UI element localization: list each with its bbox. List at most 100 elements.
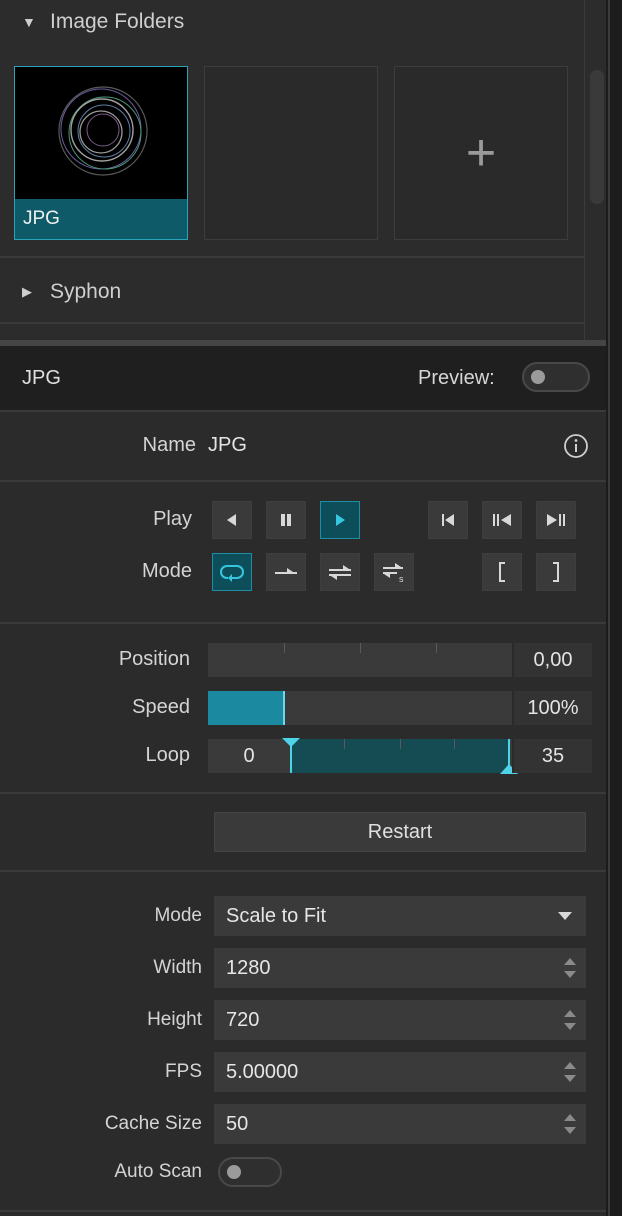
divider bbox=[608, 0, 610, 1216]
position-label: Position bbox=[118, 648, 190, 670]
slider-tick bbox=[436, 643, 437, 653]
position-slider[interactable] bbox=[208, 643, 512, 677]
scale-mode-dropdown[interactable]: Scale to Fit bbox=[214, 896, 586, 936]
divider bbox=[0, 792, 606, 794]
image-folders-label: Image Folders bbox=[50, 10, 185, 33]
bracket-left-icon bbox=[499, 562, 505, 582]
toggle-knob bbox=[531, 370, 545, 384]
syphon-header[interactable]: ▶ Syphon bbox=[0, 270, 584, 314]
toggle-knob bbox=[227, 1165, 241, 1179]
loop-start-value[interactable]: 0 bbox=[208, 739, 290, 773]
width-label: Width bbox=[153, 957, 202, 978]
fps-stepper[interactable]: 5.00000 bbox=[214, 1052, 586, 1092]
loop-label: Loop bbox=[145, 744, 191, 766]
width-value: 1280 bbox=[226, 956, 271, 979]
thumbnail-caption: JPG bbox=[15, 199, 187, 239]
info-icon[interactable] bbox=[563, 433, 589, 459]
browser-scrollbar[interactable] bbox=[590, 70, 604, 204]
scale-mode-label: Mode bbox=[154, 905, 202, 926]
speed-label: Speed bbox=[132, 696, 190, 718]
name-value: JPG bbox=[208, 434, 247, 456]
slider-tick bbox=[454, 739, 455, 749]
speed-value[interactable]: 100% bbox=[512, 691, 592, 725]
svg-text:s: s bbox=[399, 574, 404, 583]
restart-button[interactable]: Restart bbox=[214, 812, 586, 852]
source-header: JPG Preview: bbox=[0, 346, 606, 410]
name-label: Name bbox=[142, 434, 196, 456]
play-forward-icon bbox=[336, 514, 345, 526]
play-forward-button[interactable] bbox=[320, 501, 360, 539]
play-backward-button[interactable] bbox=[212, 501, 252, 539]
rings-preview-image bbox=[58, 86, 148, 176]
set-in-point-button[interactable] bbox=[482, 553, 522, 591]
step-forward-button[interactable] bbox=[536, 501, 576, 539]
step-backward-icon bbox=[493, 514, 511, 526]
height-stepper[interactable]: 720 bbox=[214, 1000, 586, 1040]
play-label: Play bbox=[153, 508, 192, 530]
skip-start-icon bbox=[442, 514, 454, 526]
divider bbox=[0, 410, 606, 412]
plus-icon: + bbox=[465, 124, 497, 182]
width-stepper[interactable]: 1280 bbox=[214, 948, 586, 988]
auto-scan-label: Auto Scan bbox=[114, 1161, 202, 1182]
slider-tick bbox=[360, 643, 361, 653]
stepper-arrows-icon[interactable] bbox=[562, 1058, 578, 1086]
add-folder-button[interactable]: + bbox=[394, 66, 568, 240]
divider bbox=[0, 322, 584, 324]
source-panel: ▼ Image Folders JPG + ▶ Syphon JPG Previ… bbox=[0, 0, 606, 1216]
fps-label: FPS bbox=[165, 1061, 202, 1082]
cache-size-stepper[interactable]: 50 bbox=[214, 1104, 586, 1144]
speed-fill bbox=[208, 691, 284, 725]
divider bbox=[0, 870, 606, 872]
window-edge bbox=[606, 0, 622, 1216]
chevron-down-icon bbox=[558, 912, 572, 920]
auto-scan-toggle[interactable] bbox=[218, 1157, 282, 1187]
slider-tick bbox=[284, 643, 285, 653]
mode-loop-button[interactable] bbox=[212, 553, 252, 591]
stepper-arrows-icon[interactable] bbox=[562, 954, 578, 982]
slider-tick bbox=[400, 739, 401, 749]
thumbnail-empty[interactable] bbox=[204, 66, 378, 240]
mode-ping-pong-stop-button[interactable]: s bbox=[374, 553, 414, 591]
step-forward-icon bbox=[547, 514, 565, 526]
divider bbox=[0, 256, 584, 258]
loop-end-value[interactable]: 35 bbox=[512, 739, 592, 773]
thumbnail-jpg[interactable]: JPG bbox=[14, 66, 188, 240]
mode-ping-pong-button[interactable] bbox=[320, 553, 360, 591]
source-title: JPG bbox=[22, 366, 61, 389]
mode-play-once-button[interactable] bbox=[266, 553, 306, 591]
slider-tick bbox=[344, 739, 345, 749]
image-folders-header[interactable]: ▼ Image Folders bbox=[0, 0, 584, 44]
cache-size-label: Cache Size bbox=[104, 1113, 202, 1134]
cache-size-value: 50 bbox=[226, 1112, 249, 1135]
pause-icon bbox=[281, 514, 291, 526]
divider bbox=[584, 0, 585, 340]
stepper-arrows-icon[interactable] bbox=[562, 1006, 578, 1034]
play-backward-icon bbox=[227, 514, 236, 526]
mode-label: Mode bbox=[141, 560, 192, 582]
ping-pong-icon bbox=[329, 565, 351, 580]
step-backward-button[interactable] bbox=[482, 501, 522, 539]
preview-toggle[interactable] bbox=[522, 362, 590, 392]
divider bbox=[0, 622, 606, 624]
set-out-point-button[interactable] bbox=[536, 553, 576, 591]
expanded-triangle-icon: ▼ bbox=[22, 14, 36, 30]
loop-in-handle-icon[interactable] bbox=[282, 738, 300, 748]
divider bbox=[0, 480, 606, 482]
stepper-arrows-icon[interactable] bbox=[562, 1110, 578, 1138]
preview-label: Preview: bbox=[418, 366, 495, 389]
position-value[interactable]: 0,00 bbox=[512, 643, 592, 677]
speed-handle[interactable] bbox=[283, 691, 285, 725]
speed-slider[interactable] bbox=[208, 691, 512, 725]
divider bbox=[0, 1210, 606, 1212]
loop-range-slider[interactable] bbox=[290, 739, 512, 773]
height-label: Height bbox=[147, 1009, 202, 1030]
fps-value: 5.00000 bbox=[226, 1060, 299, 1083]
height-value: 720 bbox=[226, 1008, 260, 1031]
syphon-label: Syphon bbox=[50, 280, 122, 303]
pause-button[interactable] bbox=[266, 501, 306, 539]
play-once-icon bbox=[275, 568, 297, 574]
go-to-start-button[interactable] bbox=[428, 501, 468, 539]
media-browser: ▼ Image Folders JPG + ▶ Syphon bbox=[0, 0, 606, 340]
loop-icon bbox=[220, 565, 244, 582]
